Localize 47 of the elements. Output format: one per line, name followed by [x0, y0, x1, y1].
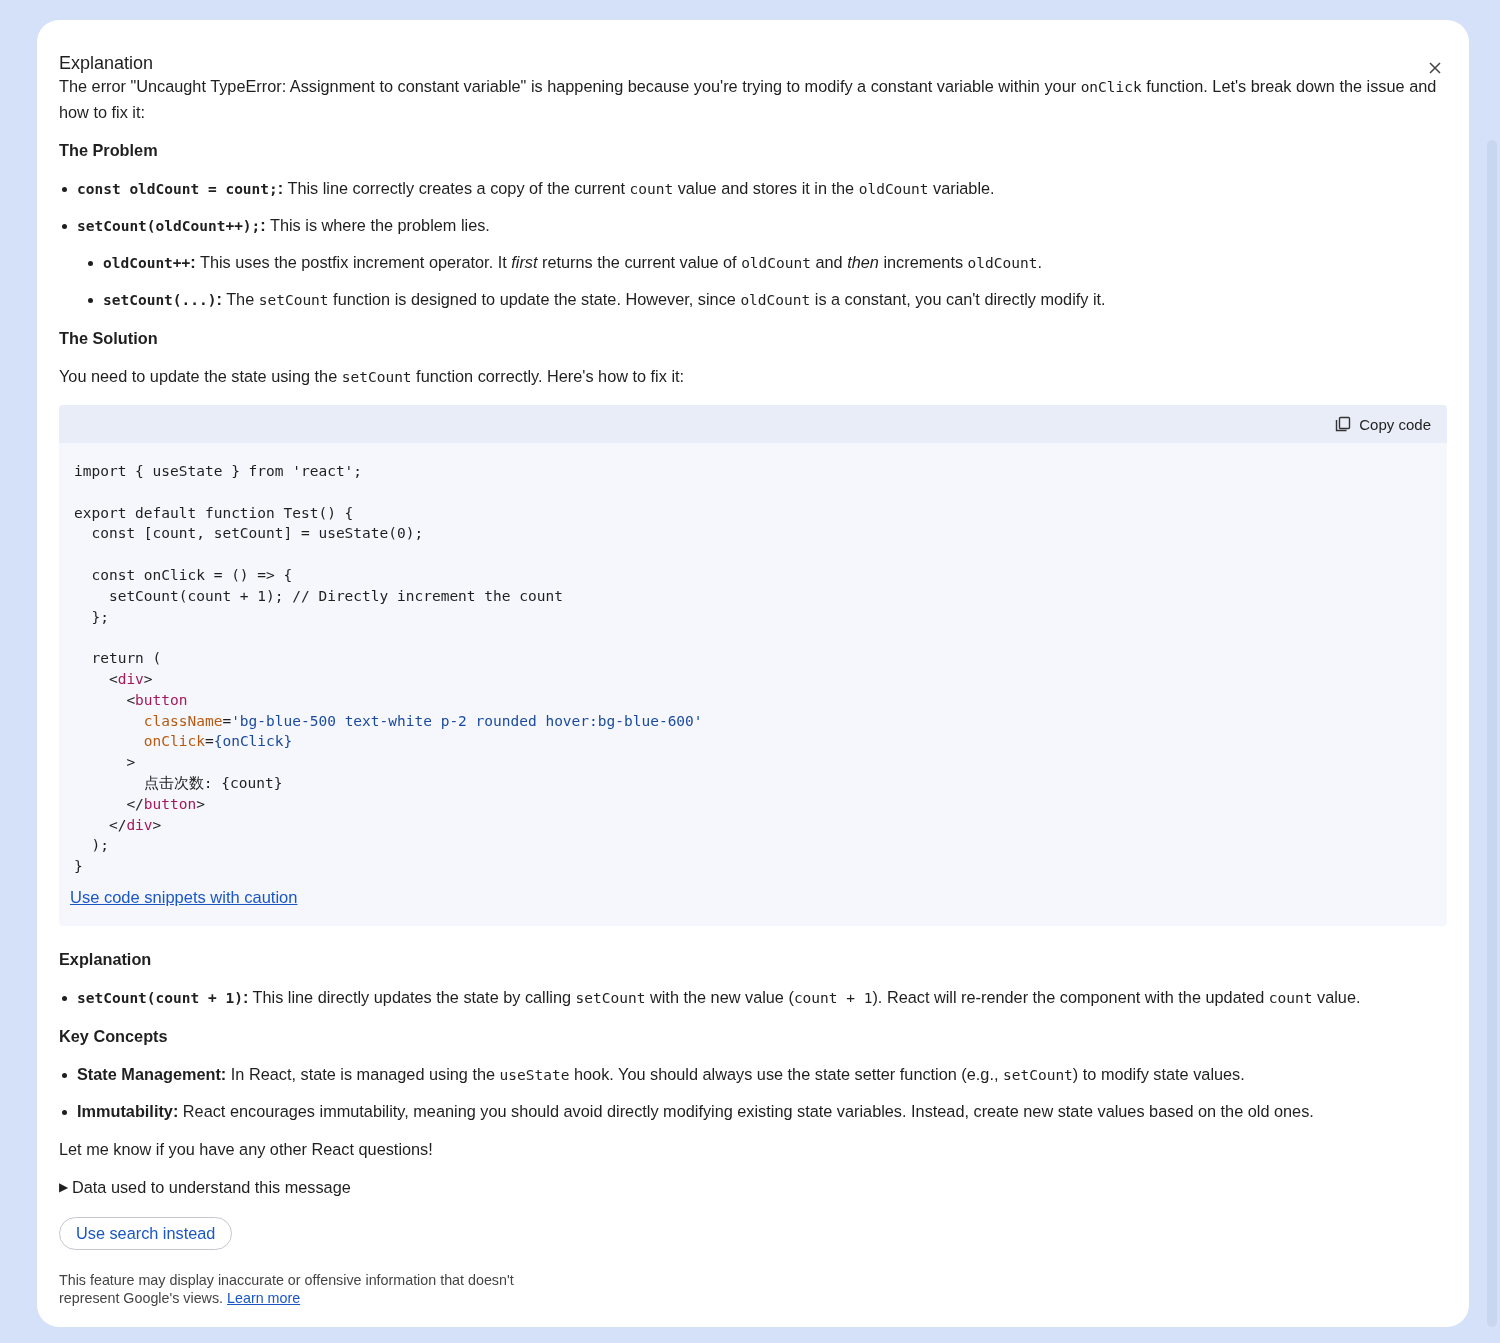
section-heading: Explanation [59, 948, 153, 970]
bullet-icon [88, 261, 93, 266]
code-line: return ( [90, 649, 162, 669]
bullet-text: setCount(oldCount++);: This is where the problem lies. [77, 215, 490, 236]
code-line: 点击次数: {count} [142, 773, 283, 793]
disclaimer-text: This feature may display inaccurate or offensive information that doesn't represent Google's views. Learn more [59, 1271, 515, 1307]
code-line: import { useState } from 'react'; [74, 462, 363, 481]
learn-more-link[interactable]: Learn more [227, 1290, 301, 1306]
bullet-icon [62, 1109, 67, 1115]
code-line: const onClick = () => { [90, 566, 293, 585]
code-line: setCount(count + 1); // Directly increment the count [107, 586, 563, 606]
bullet-text: setCount(count + 1): This line directly updates the state by calling setCount with the new value (count + 1). React will re-render the component with the updated count value. [77, 986, 1361, 1008]
panel-title: Explanation [59, 52, 154, 75]
code-line: > [125, 753, 136, 773]
section-heading: The Solution [59, 328, 159, 349]
bullet-icon [62, 995, 67, 1001]
paragraph: You need to update the state using the setCount function correctly. Here's how to fix it: [59, 366, 686, 387]
code-line: className='bg-blue-500 text-white p-2 rounded hover:bg-blue-600' [142, 711, 703, 731]
copy-icon [1335, 416, 1352, 432]
code-line: const [count, setCount] = useState(0); [90, 524, 424, 544]
code-line: ); [90, 836, 109, 856]
section-heading: The Problem [59, 140, 159, 161]
code-line: export default function Test() { [74, 503, 354, 523]
code-line: }; [90, 607, 109, 627]
bullet-text: Immutability: React encourages immutability, meaning you should avoid directly modifying existing state variables. Instead, create new state values based on the old ones. [77, 1100, 1314, 1122]
paragraph: Let me know if you have any other React questions! [59, 1138, 434, 1160]
bullet-text: oldCount++: This uses the postfix increment operator. It first returns the current value of oldCount and then increments oldCount. [103, 252, 1042, 273]
caution-link[interactable]: Use code snippets with caution [70, 884, 298, 910]
code-line: } [74, 857, 83, 877]
bullet-text: State Management: In React, state is managed using the useState hook. You should always use the state setter function (e.g., setCount) to modify state values. [77, 1063, 1245, 1085]
paragraph: The error "Uncaught TypeError: Assignment to constant variable" is happening because you're trying to modify a constant variable within your onClick function. Let's break down the issue and how to fix it: [59, 76, 1438, 123]
copy-code-button[interactable]: Copy code [1333, 411, 1433, 437]
bullet-icon [62, 1072, 67, 1078]
bullet-icon [62, 187, 67, 192]
close-icon [1429, 62, 1441, 74]
code-line: </button> [125, 794, 205, 814]
code-line: <div> [107, 669, 153, 689]
search-button[interactable]: Use search instead [59, 1216, 233, 1250]
bullet-icon [62, 224, 67, 229]
code-line: onClick={onClick} [142, 732, 293, 752]
code-line: <button [125, 690, 188, 710]
bullet-text: const oldCount = count;: This line correctly creates a copy of the current count value and stores it in the oldCount variable. [77, 178, 995, 199]
bullet-icon [88, 298, 93, 303]
bullet-text: setCount(...): The setCount function is designed to update the state. However, since oldCount is a constant, you can't directly modify it. [103, 289, 1106, 310]
details-toggle[interactable]: ▶ Data used to understand this message [59, 1174, 351, 1200]
code-line: </div> [107, 815, 162, 835]
section-heading: Key Concepts [59, 1025, 169, 1047]
